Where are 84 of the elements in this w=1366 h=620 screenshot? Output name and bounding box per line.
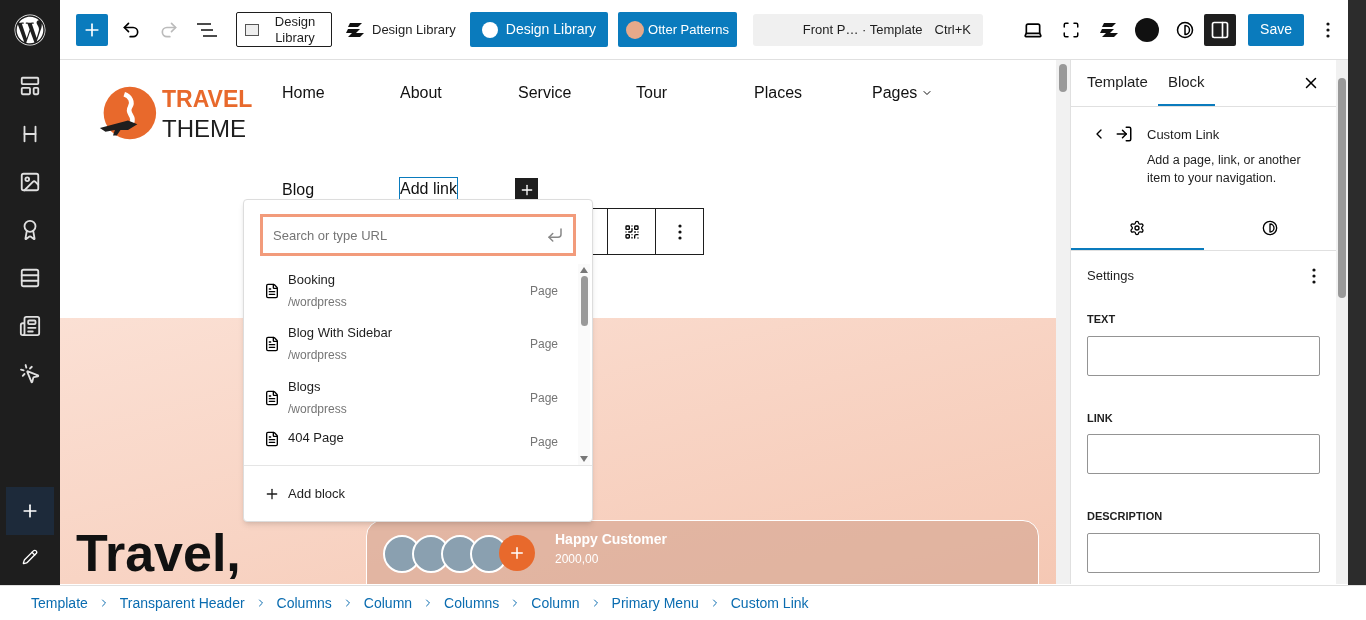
more-options-button[interactable] [1312, 268, 1316, 284]
command-bar[interactable]: Front P… · Template Ctrl+K [753, 13, 983, 46]
breadcrumb-link[interactable]: Template [31, 592, 88, 614]
custom-link-icon [1115, 125, 1133, 143]
contrast-icon [1176, 20, 1195, 39]
layout-icon [19, 75, 41, 97]
list-view-icon [197, 22, 217, 37]
breadcrumb-link[interactable]: Column [531, 592, 580, 614]
page-icon [264, 430, 280, 447]
wordpress-logo-icon [14, 14, 46, 46]
more-vertical-icon [677, 223, 682, 240]
nav-link[interactable]: Tour [636, 82, 668, 104]
add-nav-item-button[interactable] [515, 178, 538, 201]
bolt-logo-icon [1135, 17, 1160, 42]
hero-title: Travel, [76, 524, 242, 584]
field-label: DESCRIPTION [1087, 509, 1164, 524]
settings-panel-button[interactable] [1204, 13, 1237, 46]
breadcrumb-link[interactable]: Columns [444, 592, 500, 614]
nav-link[interactable]: About [400, 82, 442, 104]
settings-icon [1129, 219, 1146, 236]
breadcrumb-link[interactable]: Columns [276, 592, 332, 614]
newspaper-icon [19, 315, 41, 337]
enter-icon [546, 226, 564, 244]
breadcrumb-link[interactable]: Custom Link [730, 592, 809, 614]
breadcrumb-link[interactable]: Primary Menu [611, 592, 699, 614]
add-block-button[interactable] [76, 13, 108, 46]
expand-icon [1062, 20, 1081, 39]
link-suggestion[interactable]: Blogs /wordpress Page [244, 371, 578, 425]
design-library-button[interactable]: Design Library [469, 12, 609, 47]
library-icon [245, 23, 259, 36]
block-title: Custom Link [1147, 126, 1221, 144]
design-library-button[interactable]: Design Library [342, 12, 460, 47]
stack-logo-icon [346, 20, 364, 39]
bolt-logo-icon [481, 21, 498, 38]
more-vertical-icon [1326, 21, 1330, 38]
link-suggestion[interactable]: 404 Page Page [244, 424, 578, 455]
travel-theme-logo: TRAVEL THEME [98, 82, 282, 146]
nav-link[interactable]: Places [754, 82, 803, 104]
plus-icon [499, 535, 535, 571]
page-icon [264, 389, 280, 406]
qr-code-icon [623, 223, 640, 240]
scroll-down-icon [580, 456, 588, 462]
redo-icon [159, 19, 179, 40]
scroll-up-icon [580, 267, 588, 273]
nav-link[interactable]: Home [282, 82, 325, 104]
design-library-button[interactable]: Design Library [236, 12, 332, 47]
add-button[interactable] [6, 487, 54, 535]
text-field[interactable] [1087, 532, 1320, 573]
text-field[interactable] [1087, 434, 1320, 474]
nav-link[interactable]: Blog [282, 178, 315, 201]
link-suggestion[interactable]: Blog With Sidebar /wordpress Page [244, 317, 578, 371]
breadcrumb-link[interactable]: Column [363, 592, 413, 614]
sidebar-panel-icon [1210, 19, 1231, 40]
add-block-link[interactable]: Add block [264, 483, 346, 504]
text-field[interactable] [1087, 335, 1320, 376]
scrollbar-thumb[interactable] [1059, 64, 1067, 92]
scrollbar-thumb[interactable] [580, 276, 588, 326]
nav-link[interactable]: Service [518, 82, 572, 104]
more-vertical-icon [1312, 268, 1316, 284]
page-icon [264, 336, 280, 353]
page-icon [264, 282, 280, 299]
pencil-icon [22, 549, 38, 565]
breadcrumb-link[interactable]: Transparent Header [119, 592, 245, 614]
pointer-click-icon [19, 363, 41, 385]
rows-icon [19, 267, 41, 289]
stack-logo-icon [1100, 20, 1119, 39]
link-suggestion[interactable]: Booking /wordpress Page [244, 264, 578, 318]
nav-link[interactable]: Pages [872, 82, 934, 104]
design-library-button[interactable]: Otter Patterns [618, 12, 737, 47]
inspector-tab[interactable]: Template [1077, 60, 1158, 106]
field-label: TEXT [1087, 312, 1117, 327]
url-search-field[interactable]: Search or type URL [260, 214, 576, 256]
customer-title: Happy Customer [555, 530, 668, 549]
section-title: Settings [1087, 267, 1134, 286]
save-button[interactable]: Save [1248, 13, 1304, 46]
block-description: Add a page, link, or another item to your navigation. [1147, 151, 1302, 187]
avatar-icon [626, 20, 645, 39]
customer-count: 2000,00 [555, 551, 600, 568]
scrollbar-thumb[interactable] [1338, 78, 1346, 298]
field-label: LINK [1087, 410, 1114, 426]
contrast-icon [1261, 219, 1278, 236]
undo-icon [121, 19, 141, 40]
inspector-tab[interactable]: Block [1157, 60, 1215, 106]
image-icon [19, 171, 41, 193]
